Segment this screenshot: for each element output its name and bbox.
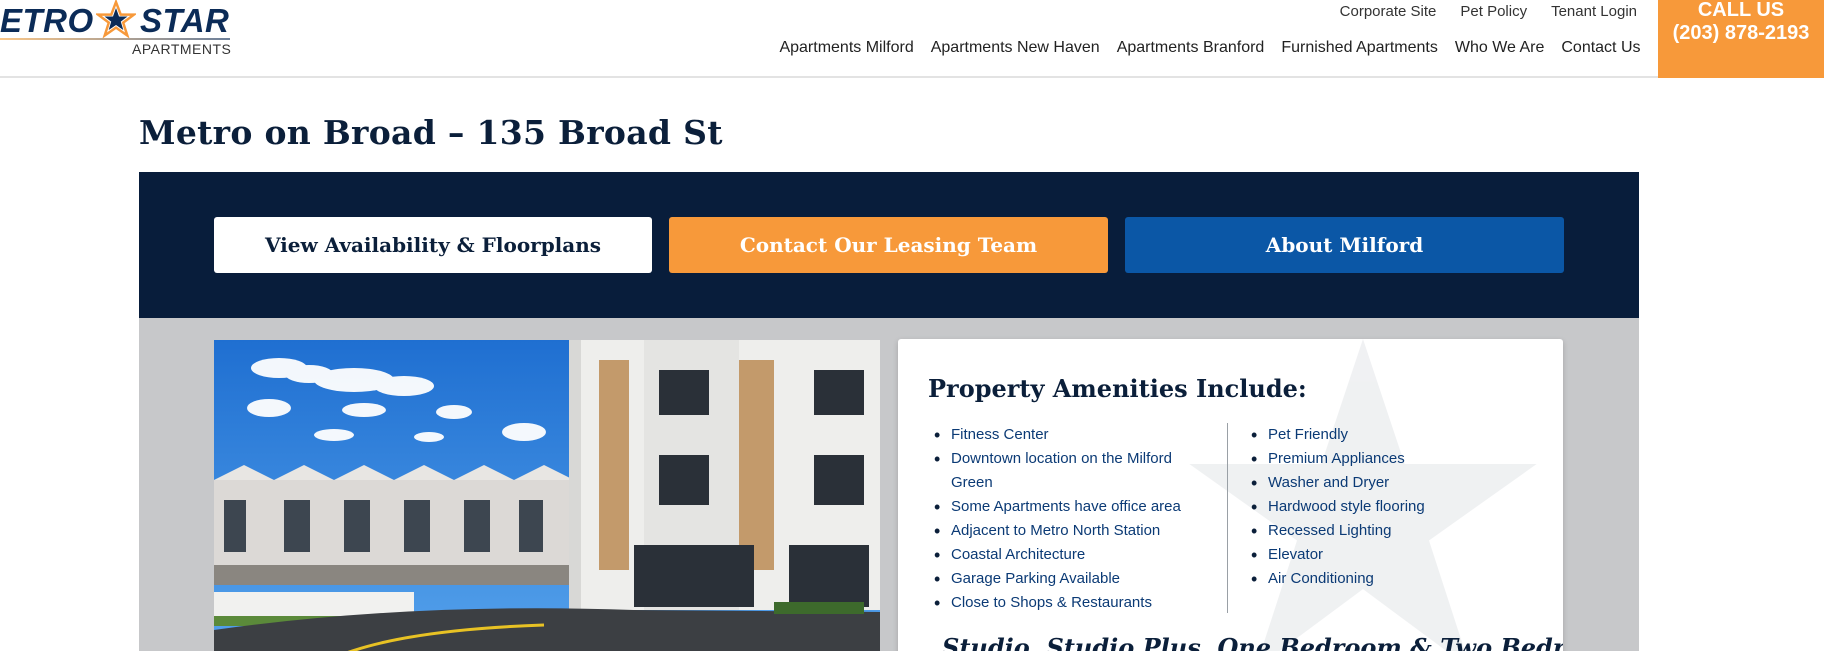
- property-building-image: [214, 340, 880, 651]
- unit-types-heading: Studio, Studio Plus, One Bedroom & Two B…: [942, 633, 1563, 651]
- corporate-site-link[interactable]: Corporate Site: [1328, 4, 1449, 20]
- logo-subtitle: APARTMENTS: [132, 41, 232, 57]
- list-item: Adjacent to Metro North Station: [928, 519, 1188, 543]
- list-item: Elevator: [1245, 543, 1495, 567]
- call-us-label: CALL US: [1697, 0, 1785, 21]
- list-item: Recessed Lighting: [1245, 519, 1495, 543]
- logo-text-left: ETRO: [0, 2, 94, 39]
- site-logo[interactable]: ETRO STAR APARTMENTS: [0, 0, 232, 62]
- call-us-number: (203) 878-2193: [1672, 22, 1810, 44]
- list-item: Downtown location on the Milford Green: [928, 447, 1188, 495]
- view-availability-button[interactable]: View Availability & Floorplans: [214, 217, 652, 273]
- amenities-title: Property Amenities Include:: [928, 374, 1307, 403]
- list-item: Hardwood style flooring: [1245, 495, 1495, 519]
- logo-rule: [0, 38, 230, 40]
- amenities-card: Property Amenities Include: Fitness Cent…: [898, 339, 1563, 651]
- about-milford-button[interactable]: About Milford: [1125, 217, 1564, 273]
- list-item: Some Apartments have office area: [928, 495, 1188, 519]
- property-section: Property Amenities Include: Fitness Cent…: [139, 318, 1639, 651]
- list-item: Fitness Center: [928, 423, 1188, 447]
- cta-band: View Availability & Floorplans Contact O…: [139, 172, 1639, 318]
- amenities-list-right: Pet Friendly Premium Appliances Washer a…: [1245, 423, 1495, 591]
- nav-contact-us[interactable]: Contact Us: [1553, 39, 1649, 57]
- list-item: Garage Parking Available: [928, 567, 1188, 591]
- logo-text-right: STAR: [140, 2, 230, 39]
- nav-apartments-milford[interactable]: Apartments Milford: [771, 39, 922, 57]
- property-photo: [214, 340, 880, 651]
- nav-furnished-apartments[interactable]: Furnished Apartments: [1273, 39, 1447, 57]
- nav-who-we-are[interactable]: Who We Are: [1446, 39, 1553, 57]
- amenities-list-left: Fitness Center Downtown location on the …: [928, 423, 1188, 615]
- pet-policy-link[interactable]: Pet Policy: [1448, 4, 1539, 20]
- contact-leasing-button[interactable]: Contact Our Leasing Team: [669, 217, 1108, 273]
- nav-apartments-branford[interactable]: Apartments Branford: [1108, 39, 1273, 57]
- tenant-login-link[interactable]: Tenant Login: [1539, 4, 1649, 20]
- list-item: Coastal Architecture: [928, 543, 1188, 567]
- utility-nav: Corporate Site Pet Policy Tenant Login: [1328, 4, 1649, 20]
- nav-apartments-new-haven[interactable]: Apartments New Haven: [922, 39, 1108, 57]
- list-item: Pet Friendly: [1245, 423, 1495, 447]
- main-nav: Apartments Milford Apartments New Haven …: [771, 39, 1649, 57]
- list-item: Premium Appliances: [1245, 447, 1495, 471]
- page-title: Metro on Broad – 135 Broad St: [139, 113, 723, 152]
- list-item: Washer and Dryer: [1245, 471, 1495, 495]
- site-header: ETRO STAR APARTMENTS Corporate Site Pet …: [0, 0, 1824, 78]
- column-divider: [1227, 423, 1228, 613]
- star-logo-icon: [96, 0, 136, 38]
- list-item: Air Conditioning: [1245, 567, 1495, 591]
- call-us-button[interactable]: CALL US (203) 878-2193: [1658, 0, 1824, 78]
- list-item: Close to Shops & Restaurants: [928, 591, 1188, 615]
